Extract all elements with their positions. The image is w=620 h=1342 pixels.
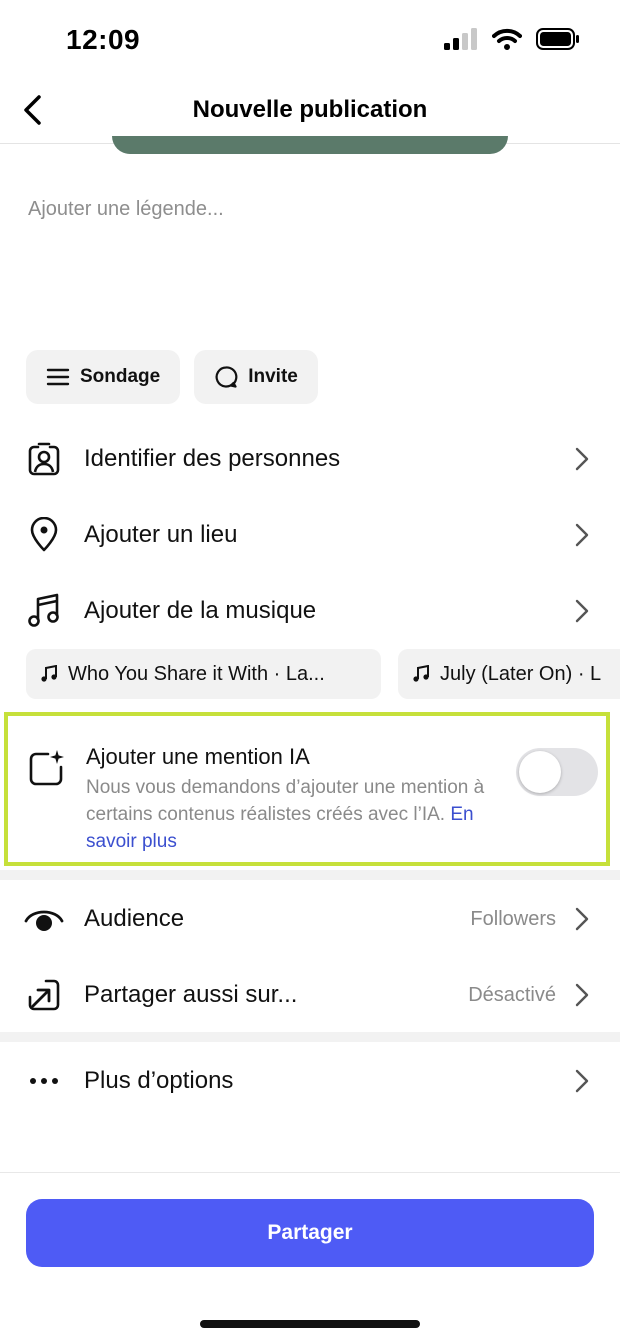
- ai-label-toggle[interactable]: [516, 748, 598, 796]
- status-time: 12:09: [66, 24, 141, 55]
- share-also-row[interactable]: Partager aussi sur... Désactivé: [0, 962, 620, 1028]
- chevron-right-icon: [572, 521, 592, 549]
- add-music-row[interactable]: Ajouter de la musique: [0, 578, 620, 644]
- media-thumbnail[interactable]: [112, 136, 508, 154]
- ai-label-title: Ajouter une mention IA: [86, 744, 310, 769]
- eye-icon: [24, 899, 64, 939]
- add-location-row[interactable]: Ajouter un lieu: [0, 502, 620, 568]
- music-note-icon: [24, 591, 64, 631]
- more-options-label: Plus d’options: [84, 1067, 234, 1094]
- share-button[interactable]: Partager: [26, 1199, 594, 1267]
- tag-people-row[interactable]: Identifier des personnes: [0, 426, 620, 492]
- chevron-right-icon: [572, 1067, 592, 1095]
- ai-sparkle-icon: [26, 748, 66, 793]
- wifi-icon: [492, 28, 522, 50]
- ai-label-description: Nous vous demandons d’ajouter une mentio…: [86, 774, 506, 855]
- nav-bar: Nouvelle publication: [0, 80, 620, 144]
- more-options-row[interactable]: Plus d’options: [0, 1048, 620, 1114]
- status-bar: 12:09: [0, 0, 620, 80]
- poll-label: Sondage: [80, 366, 161, 387]
- section-divider: [0, 870, 620, 880]
- chevron-right-icon: [572, 981, 592, 1009]
- poll-button[interactable]: Sondage: [26, 350, 181, 404]
- cellular-signal-icon: [444, 28, 477, 50]
- ai-label-section: Ajouter une mention IA Nous vous demando…: [4, 712, 610, 866]
- share-also-value: Désactivé: [468, 983, 556, 1006]
- page-title: Nouvelle publication: [192, 96, 428, 123]
- music-suggestion-title: Who You Share it With · La...: [68, 662, 325, 685]
- prompt-button[interactable]: Invite: [194, 350, 318, 404]
- tag-people-label: Identifier des personnes: [84, 445, 341, 472]
- music-note-icon: [413, 665, 429, 682]
- toggle-knob: [519, 751, 561, 793]
- location-pin-icon: [24, 515, 64, 555]
- footer-divider: [0, 1172, 620, 1173]
- music-suggestions: Who You Share it With · La... July (Late…: [26, 649, 620, 701]
- audience-label: Audience: [84, 905, 185, 932]
- battery-icon: [536, 28, 579, 50]
- caption-input[interactable]: Ajouter une légende...: [28, 198, 224, 221]
- music-suggestion-title: July (Later On) · L: [440, 662, 602, 685]
- speech-bubble-icon: [215, 366, 238, 388]
- share-also-label: Partager aussi sur...: [84, 981, 298, 1008]
- music-suggestion-chip[interactable]: July (Later On) · L: [398, 649, 620, 699]
- prompt-label: Invite: [248, 366, 298, 387]
- chevron-right-icon: [572, 445, 592, 473]
- audience-value: Followers: [470, 907, 556, 930]
- music-suggestion-chip[interactable]: Who You Share it With · La...: [26, 649, 381, 699]
- more-dots-icon: [24, 1061, 64, 1101]
- ai-label-description-text: Nous vous demandons d’ajouter une mentio…: [86, 777, 485, 825]
- add-music-label: Ajouter de la musique: [84, 597, 317, 624]
- person-tag-icon: [24, 439, 64, 479]
- add-location-label: Ajouter un lieu: [84, 521, 238, 548]
- list-icon: [46, 368, 70, 386]
- status-icons: [444, 28, 580, 50]
- audience-row[interactable]: Audience Followers: [0, 886, 620, 952]
- home-indicator: [200, 1320, 420, 1328]
- section-divider: [0, 1032, 620, 1042]
- caption-tools: Sondage Invite: [26, 350, 318, 404]
- chevron-right-icon: [572, 905, 592, 933]
- chevron-right-icon: [572, 597, 592, 625]
- music-note-icon: [41, 665, 57, 682]
- share-arrow-icon: [24, 975, 64, 1015]
